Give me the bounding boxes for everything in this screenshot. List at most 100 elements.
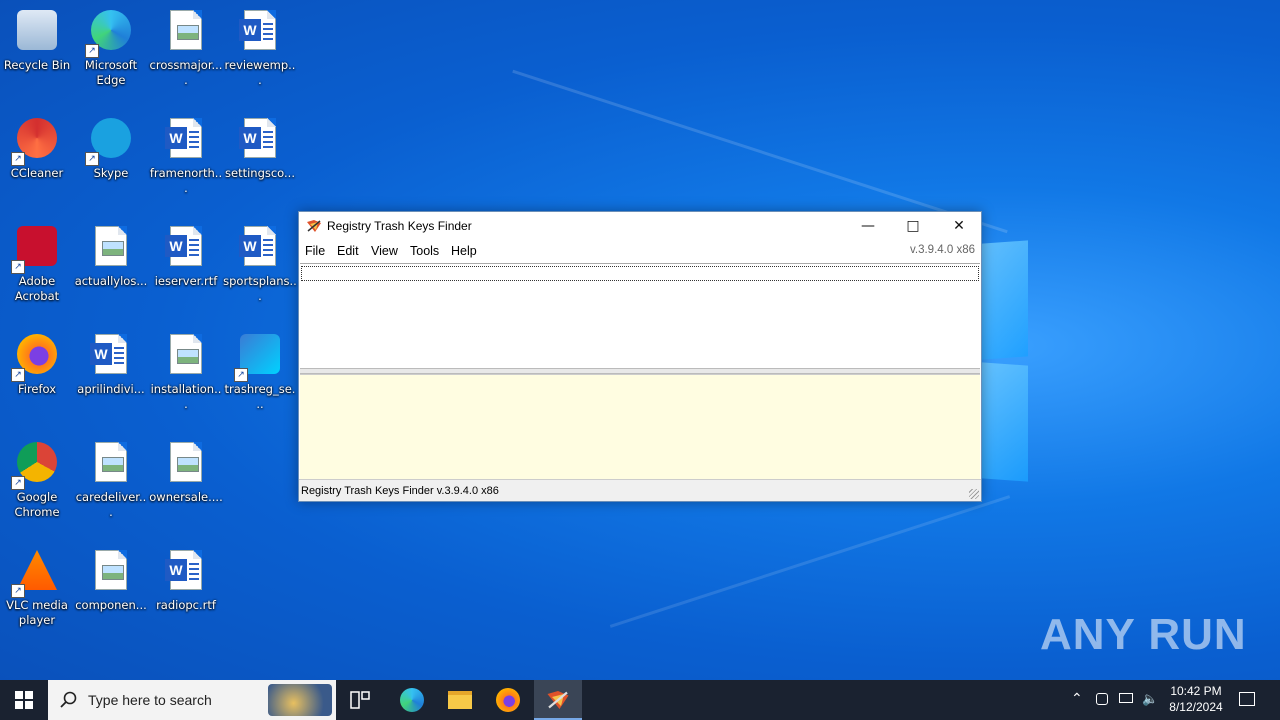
- desktop-icon-label: Google Chrome: [14, 490, 60, 519]
- desktop-icon-label: componen...: [75, 598, 147, 612]
- menu-view[interactable]: View: [371, 244, 398, 258]
- desktop-icon-label: reviewemp...: [224, 58, 296, 87]
- desktop-icon[interactable]: Recycle Bin: [0, 4, 74, 104]
- desktop-icon[interactable]: Waprilindivi...: [74, 328, 148, 428]
- desktop-icon-label: installation...: [150, 382, 222, 411]
- details-pane[interactable]: [300, 374, 980, 479]
- tray-volume[interactable]: 🔈: [1140, 680, 1162, 720]
- desktop-icon[interactable]: ownersale....: [149, 436, 223, 536]
- shortcut-arrow-icon: ↗: [11, 368, 25, 382]
- status-text: Registry Trash Keys Finder v.3.9.4.0 x86: [301, 485, 499, 497]
- results-list[interactable]: [300, 263, 980, 368]
- speaker-icon: 🔈: [1142, 691, 1159, 706]
- desktop-icon[interactable]: ↗ Adobe Acrobat: [0, 220, 74, 320]
- desktop-icon[interactable]: ↗ trashreg_se...: [223, 328, 297, 428]
- notification-icon: [1239, 692, 1255, 706]
- resize-grip[interactable]: [969, 489, 979, 499]
- desktop-icon[interactable]: ↗ Microsoft Edge: [74, 4, 148, 104]
- registry-trash-keys-finder-window[interactable]: Registry Trash Keys Finder — □ ✕ File Ed…: [298, 211, 982, 502]
- desktop-icon[interactable]: Wradiopc.rtf: [149, 544, 223, 644]
- tray-meet-now[interactable]: [1093, 680, 1113, 720]
- word-file-icon: W: [236, 8, 284, 56]
- tray-overflow-button[interactable]: ⌃: [1068, 680, 1088, 720]
- image-file-icon: [87, 224, 135, 272]
- desktop-icon[interactable]: actuallylos...: [74, 220, 148, 320]
- installer-icon: ↗: [234, 332, 284, 382]
- action-center-button[interactable]: [1234, 680, 1262, 720]
- desktop-icon-label: aprilindivi...: [77, 382, 145, 396]
- desktop-icon-label: CCleaner: [10, 166, 64, 180]
- desktop-icon-label: crossmajor....: [149, 58, 223, 87]
- desktop-icon-label: framenorth...: [149, 166, 223, 195]
- menu-tools[interactable]: Tools: [410, 244, 439, 258]
- windows-icon: [15, 691, 33, 709]
- ccleaner-icon: ↗: [11, 116, 61, 166]
- word-file-icon: W: [162, 116, 210, 164]
- desktop-icon[interactable]: installation...: [149, 328, 223, 428]
- shortcut-arrow-icon: ↗: [85, 44, 99, 58]
- desktop-icon[interactable]: ↗ CCleaner: [0, 112, 74, 212]
- taskbar-search[interactable]: Type here to search: [48, 680, 336, 720]
- desktop-icon[interactable]: ↗ Google Chrome: [0, 436, 74, 536]
- desktop-icon-label: radiopc.rtf: [156, 598, 216, 612]
- list-row-focused[interactable]: [301, 266, 979, 281]
- desktop-icon[interactable]: Wsettingsco...: [223, 112, 297, 212]
- desktop-icon-label: trashreg_se...: [224, 382, 296, 411]
- edge-icon: [400, 688, 424, 712]
- desktop-icon-label: VLC media player: [6, 598, 68, 627]
- desktop-icon-label: Firefox: [17, 382, 57, 396]
- taskbar: Type here to search ⌃ 🔈 10:42 PM 8/12/20…: [0, 680, 1280, 720]
- desktop-icon[interactable]: ↗ Firefox: [0, 328, 74, 428]
- start-button[interactable]: [0, 680, 48, 720]
- edge-icon: ↗: [85, 8, 135, 58]
- image-file-icon: [162, 440, 210, 488]
- desktop-icon[interactable]: caredeliver...: [74, 436, 148, 536]
- desktop-icon-label: Adobe Acrobat: [14, 274, 60, 303]
- desktop-icon[interactable]: crossmajor....: [149, 4, 223, 104]
- menu-edit[interactable]: Edit: [337, 244, 359, 258]
- desktop-icon-label: Recycle Bin: [3, 58, 71, 72]
- menu-file[interactable]: File: [305, 244, 325, 258]
- minimize-button[interactable]: —: [845, 212, 891, 240]
- search-placeholder: Type here to search: [88, 692, 212, 708]
- tray-clock[interactable]: 10:42 PM 8/12/2024: [1164, 680, 1228, 720]
- desktop-icon[interactable]: Wsportsplans...: [223, 220, 297, 320]
- chevron-up-icon: ⌃: [1071, 690, 1083, 706]
- taskbar-registry-trash-keys-finder[interactable]: [534, 680, 582, 720]
- desktop-icon[interactable]: ↗ Skype: [74, 112, 148, 212]
- menu-help[interactable]: Help: [451, 244, 477, 258]
- status-bar: Registry Trash Keys Finder v.3.9.4.0 x86: [299, 479, 981, 501]
- shortcut-arrow-icon: ↗: [11, 476, 25, 490]
- shortcut-arrow-icon: ↗: [11, 260, 25, 274]
- word-file-icon: W: [236, 116, 284, 164]
- firefox-icon: [496, 688, 520, 712]
- desktop-icon[interactable]: Wframenorth...: [149, 112, 223, 212]
- task-view-button[interactable]: [340, 680, 380, 720]
- desktop-icon-label: Skype: [93, 166, 129, 180]
- clock-time: 10:42 PM: [1170, 684, 1222, 698]
- desktop-icon-label: Microsoft Edge: [84, 58, 138, 87]
- image-file-icon: [162, 332, 210, 380]
- desktop-icon[interactable]: Wieserver.rtf: [149, 220, 223, 320]
- taskbar-firefox[interactable]: [486, 680, 530, 720]
- taskbar-file-explorer[interactable]: [438, 680, 482, 720]
- title-bar[interactable]: Registry Trash Keys Finder — □ ✕: [299, 212, 981, 240]
- task-view-icon: [350, 691, 370, 709]
- desktop-icon-label: caredeliver...: [75, 490, 147, 519]
- image-file-icon: [87, 548, 135, 596]
- desktop-icon-label: ieserver.rtf: [154, 274, 218, 288]
- maximize-button[interactable]: □: [890, 212, 936, 240]
- close-button[interactable]: ✕: [936, 212, 982, 240]
- word-file-icon: W: [162, 224, 210, 272]
- meet-now-icon: [1096, 693, 1108, 705]
- taskbar-edge[interactable]: [390, 680, 434, 720]
- desktop-icon-label: sportsplans...: [223, 274, 297, 303]
- folder-icon: [448, 691, 472, 709]
- version-label: v.3.9.4.0 x86: [910, 244, 975, 256]
- desktop-icon[interactable]: componen...: [74, 544, 148, 644]
- desktop-icon[interactable]: ↗ VLC media player: [0, 544, 74, 644]
- desktop-icon[interactable]: Wreviewemp...: [223, 4, 297, 104]
- network-icon: [1119, 693, 1133, 703]
- recycle-bin-icon: [13, 8, 61, 56]
- tray-network[interactable]: [1116, 680, 1136, 720]
